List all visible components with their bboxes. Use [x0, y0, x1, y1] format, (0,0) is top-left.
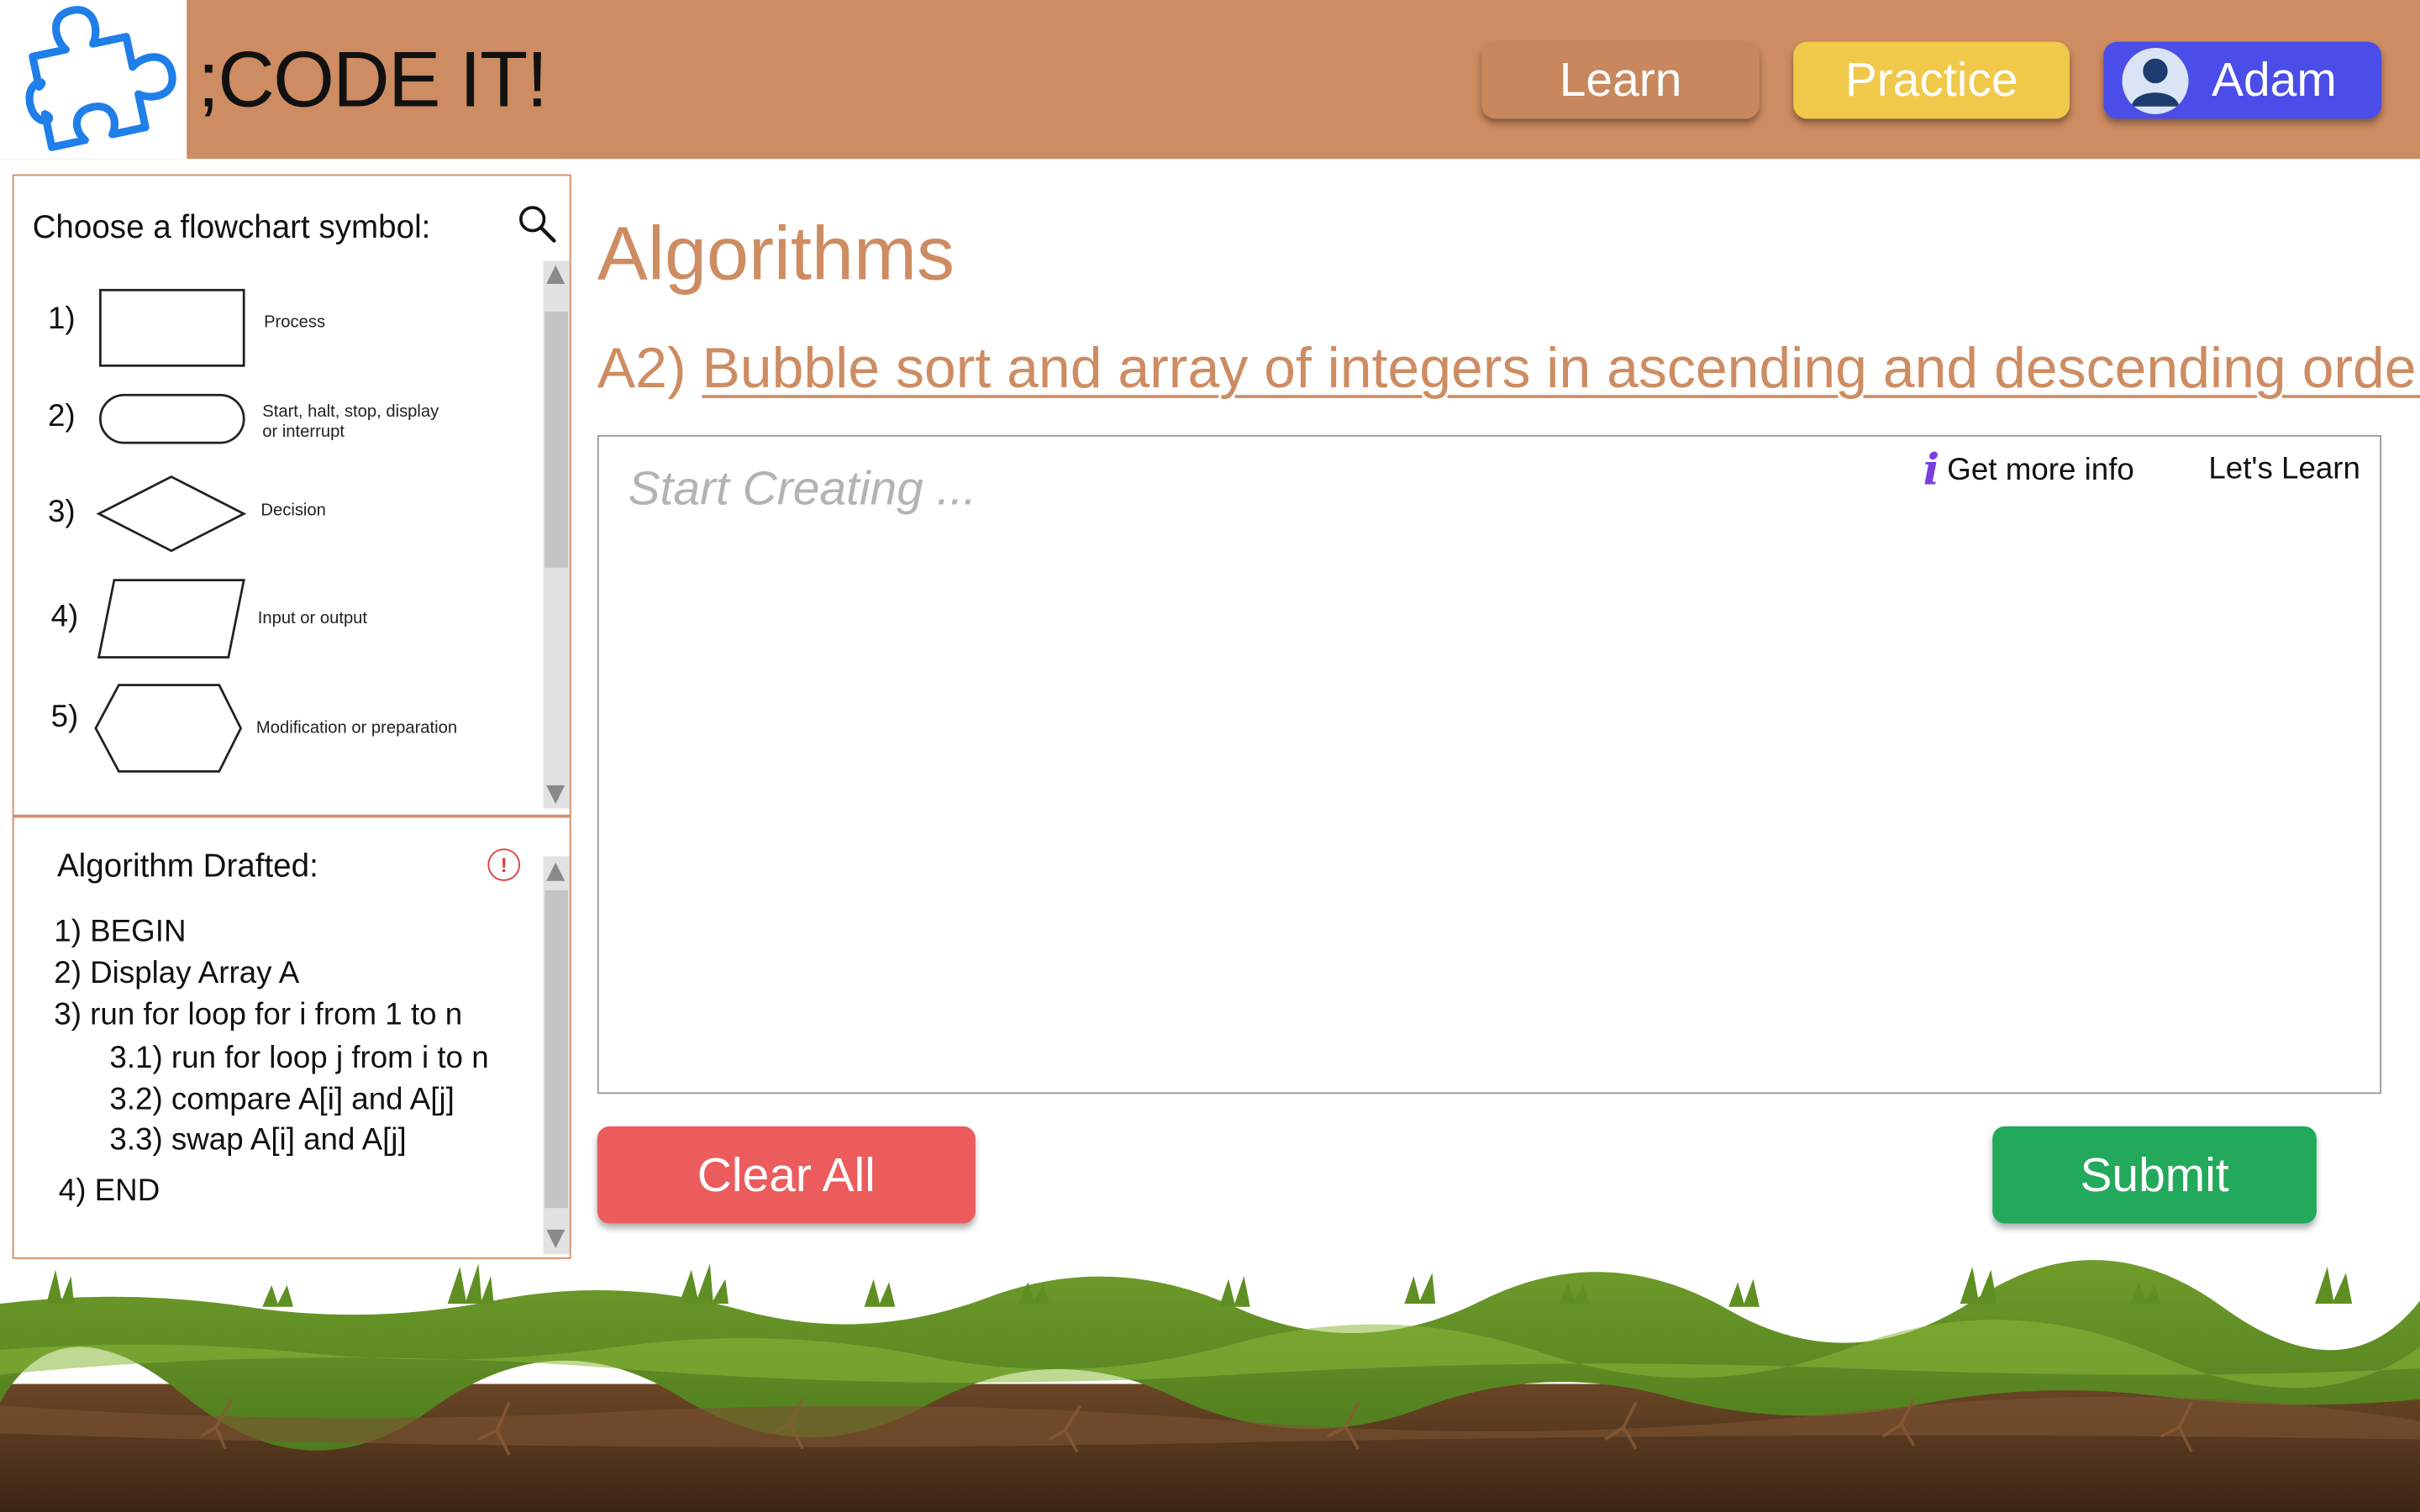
symbol-label: Decision	[260, 501, 326, 520]
draft-panel: Algorithm Drafted: ! 1) BEGIN 2) Display…	[12, 816, 571, 1259]
user-menu-button[interactable]: Adam	[2103, 41, 2382, 119]
algorithm-step: 3.2) compare A[i] and A[j]	[109, 1083, 455, 1117]
scroll-down-arrow-icon[interactable]	[546, 785, 566, 804]
algorithm-step: 3) run for loop for i from 1 to n	[54, 998, 463, 1032]
logo[interactable]	[0, 0, 187, 160]
symbol-label-line: Start, halt, stop, display	[262, 402, 439, 422]
algorithm-step: 3.3) swap A[i] and A[j]	[109, 1123, 407, 1158]
decision-symbol-icon[interactable]	[96, 474, 247, 554]
info-label: Get more info	[1947, 454, 2134, 488]
symbol-label: Modification or preparation	[255, 718, 458, 738]
submit-button[interactable]: Submit	[1992, 1126, 2317, 1224]
terminator-symbol-icon[interactable]	[99, 393, 247, 445]
learn-nav-button[interactable]: Learn	[1481, 41, 1760, 119]
draft-panel-title: Algorithm Drafted:	[56, 848, 318, 885]
symbol-label: Input or output	[257, 609, 368, 628]
scroll-thumb[interactable]	[544, 890, 568, 1209]
process-symbol-icon[interactable]	[99, 288, 247, 369]
practice-nav-button[interactable]: Practice	[1793, 41, 2070, 119]
symbol-number: 2)	[47, 399, 76, 434]
header-bar: ;CODE IT! Learn Practice Adam	[0, 0, 2420, 160]
exercise-link[interactable]: Bubble sort and array of integers in asc…	[702, 336, 2420, 399]
algorithm-step: 4) END	[58, 1173, 160, 1209]
flowchart-editor-canvas[interactable]: Start Creating ... i Get more info Let's …	[597, 434, 2382, 1095]
scroll-up-arrow-icon[interactable]	[546, 862, 566, 881]
scroll-up-arrow-icon[interactable]	[546, 265, 566, 284]
warning-icon[interactable]: !	[487, 848, 520, 881]
symbol-number: 5)	[50, 700, 79, 735]
page-title: Algorithms	[597, 213, 955, 297]
symbol-panel-scrollbar[interactable]	[543, 260, 570, 809]
algorithm-step: 2) Display Array A	[54, 956, 300, 991]
symbol-number: 4)	[50, 600, 79, 634]
exercise-heading: A2) Bubble sort and array of integers in…	[597, 332, 2420, 406]
draft-panel-scrollbar[interactable]	[543, 856, 570, 1255]
grass-ground-decoration	[0, 1260, 2420, 1512]
symbol-panel-title: Choose a flowchart symbol:	[32, 209, 431, 246]
clear-all-button[interactable]: Clear All	[597, 1126, 976, 1224]
algorithm-step: 3.1) run for loop j from i to n	[109, 1041, 489, 1076]
symbol-label: Start, halt, stop, display or interrupt	[262, 402, 439, 443]
user-avatar-icon	[2122, 47, 2189, 114]
editor-placeholder: Start Creating ...	[628, 461, 977, 516]
symbol-label: Process	[264, 312, 326, 332]
input-output-symbol-icon[interactable]	[96, 577, 247, 660]
get-more-info-link[interactable]: i Get more info	[1923, 444, 2134, 496]
lets-learn-link[interactable]: Let's Learn	[2208, 444, 2360, 494]
app-root: ;CODE IT! Learn Practice Adam Choose a f…	[0, 0, 2420, 1512]
scroll-thumb[interactable]	[544, 312, 568, 568]
preparation-symbol-icon[interactable]	[92, 682, 244, 774]
user-name: Adam	[2212, 52, 2337, 107]
search-icon[interactable]	[517, 203, 557, 244]
symbol-label-line: or interrupt	[262, 423, 345, 442]
scroll-down-arrow-icon[interactable]	[546, 1229, 566, 1248]
symbol-panel: Choose a flowchart symbol: 1) Process 2)…	[12, 174, 571, 816]
algorithm-step: 1) BEGIN	[54, 915, 187, 949]
symbol-number: 3)	[47, 495, 76, 530]
exercise-number: A2)	[597, 336, 687, 400]
puzzle-logo-icon	[25, 6, 176, 151]
brand-name: ;CODE IT!	[197, 35, 548, 123]
info-icon: i	[1923, 444, 1940, 496]
symbol-number: 1)	[47, 302, 76, 337]
